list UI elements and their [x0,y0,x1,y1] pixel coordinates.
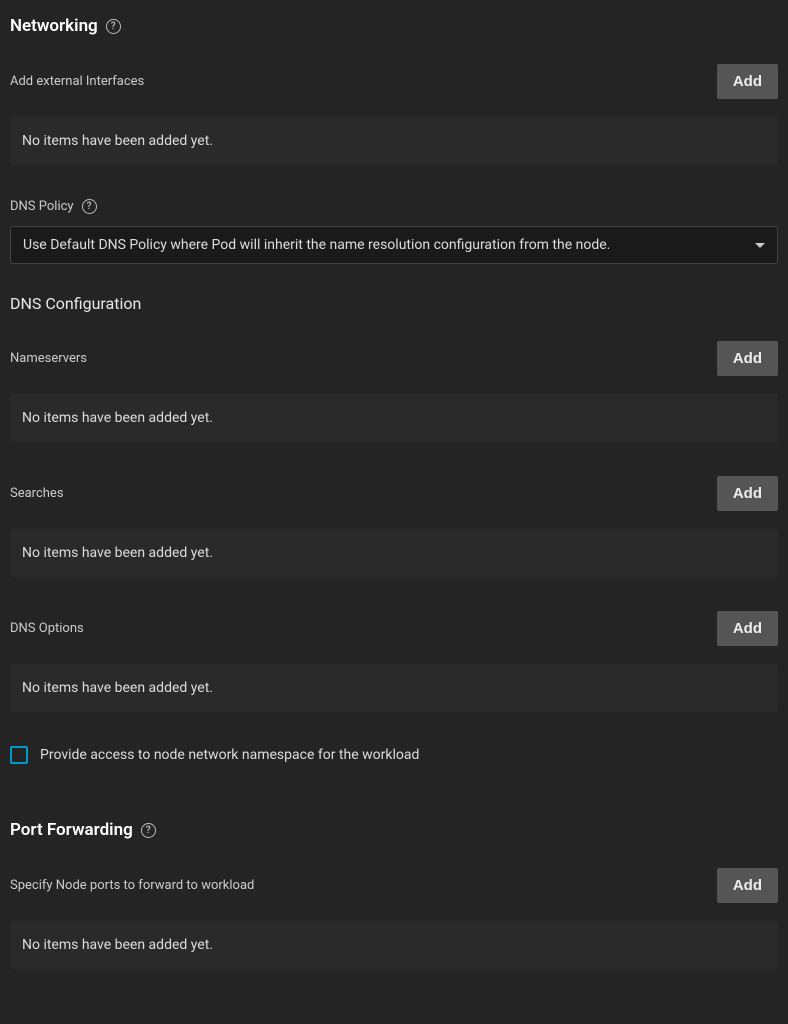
host-network-checkbox[interactable] [10,746,28,764]
node-ports-label: Specify Node ports to forward to workloa… [10,878,254,893]
searches-empty: No items have been added yet. [10,529,778,577]
node-ports-header: Specify Node ports to forward to workloa… [10,868,778,903]
add-nameserver-button[interactable]: Add [717,341,778,376]
dns-options-header: DNS Options Add [10,611,778,646]
dns-configuration-title: DNS Configuration [10,294,778,313]
chevron-down-icon [755,243,765,248]
add-external-interface-button[interactable]: Add [717,64,778,99]
nameservers-header: Nameservers Add [10,341,778,376]
dns-options-label: DNS Options [10,621,84,636]
host-network-label: Provide access to node network namespace… [40,747,419,763]
nameservers-group: Nameservers Add No items have been added… [10,341,778,442]
help-icon[interactable]: ? [82,199,97,214]
searches-header: Searches Add [10,476,778,511]
add-search-button[interactable]: Add [717,476,778,511]
help-icon[interactable]: ? [141,823,156,838]
nameservers-empty: No items have been added yet. [10,394,778,442]
networking-title: Networking [10,16,98,36]
dns-policy-group: DNS Policy ? Use Default DNS Policy wher… [10,199,778,264]
port-forwarding-title: Port Forwarding [10,820,133,840]
dns-policy-select[interactable]: Use Default DNS Policy where Pod will in… [10,226,778,264]
host-network-row: Provide access to node network namespace… [10,746,778,764]
external-interfaces-header: Add external Interfaces Add [10,64,778,99]
networking-heading: Networking ? [10,16,778,36]
add-dns-option-button[interactable]: Add [717,611,778,646]
node-ports-group: Specify Node ports to forward to workloa… [10,868,778,969]
port-forwarding-heading: Port Forwarding ? [10,820,778,840]
external-interfaces-group: Add external Interfaces Add No items hav… [10,64,778,165]
dns-options-empty: No items have been added yet. [10,664,778,712]
external-interfaces-label: Add external Interfaces [10,74,144,89]
dns-policy-label: DNS Policy ? [10,199,97,214]
node-ports-empty: No items have been added yet. [10,921,778,969]
external-interfaces-empty: No items have been added yet. [10,117,778,165]
help-icon[interactable]: ? [106,19,121,34]
searches-label: Searches [10,486,64,501]
searches-group: Searches Add No items have been added ye… [10,476,778,577]
add-node-port-button[interactable]: Add [717,868,778,903]
dns-options-group: DNS Options Add No items have been added… [10,611,778,712]
dns-policy-value: Use Default DNS Policy where Pod will in… [23,237,610,253]
dns-policy-label-text: DNS Policy [10,199,74,214]
dns-policy-header: DNS Policy ? [10,199,778,214]
nameservers-label: Nameservers [10,351,87,366]
